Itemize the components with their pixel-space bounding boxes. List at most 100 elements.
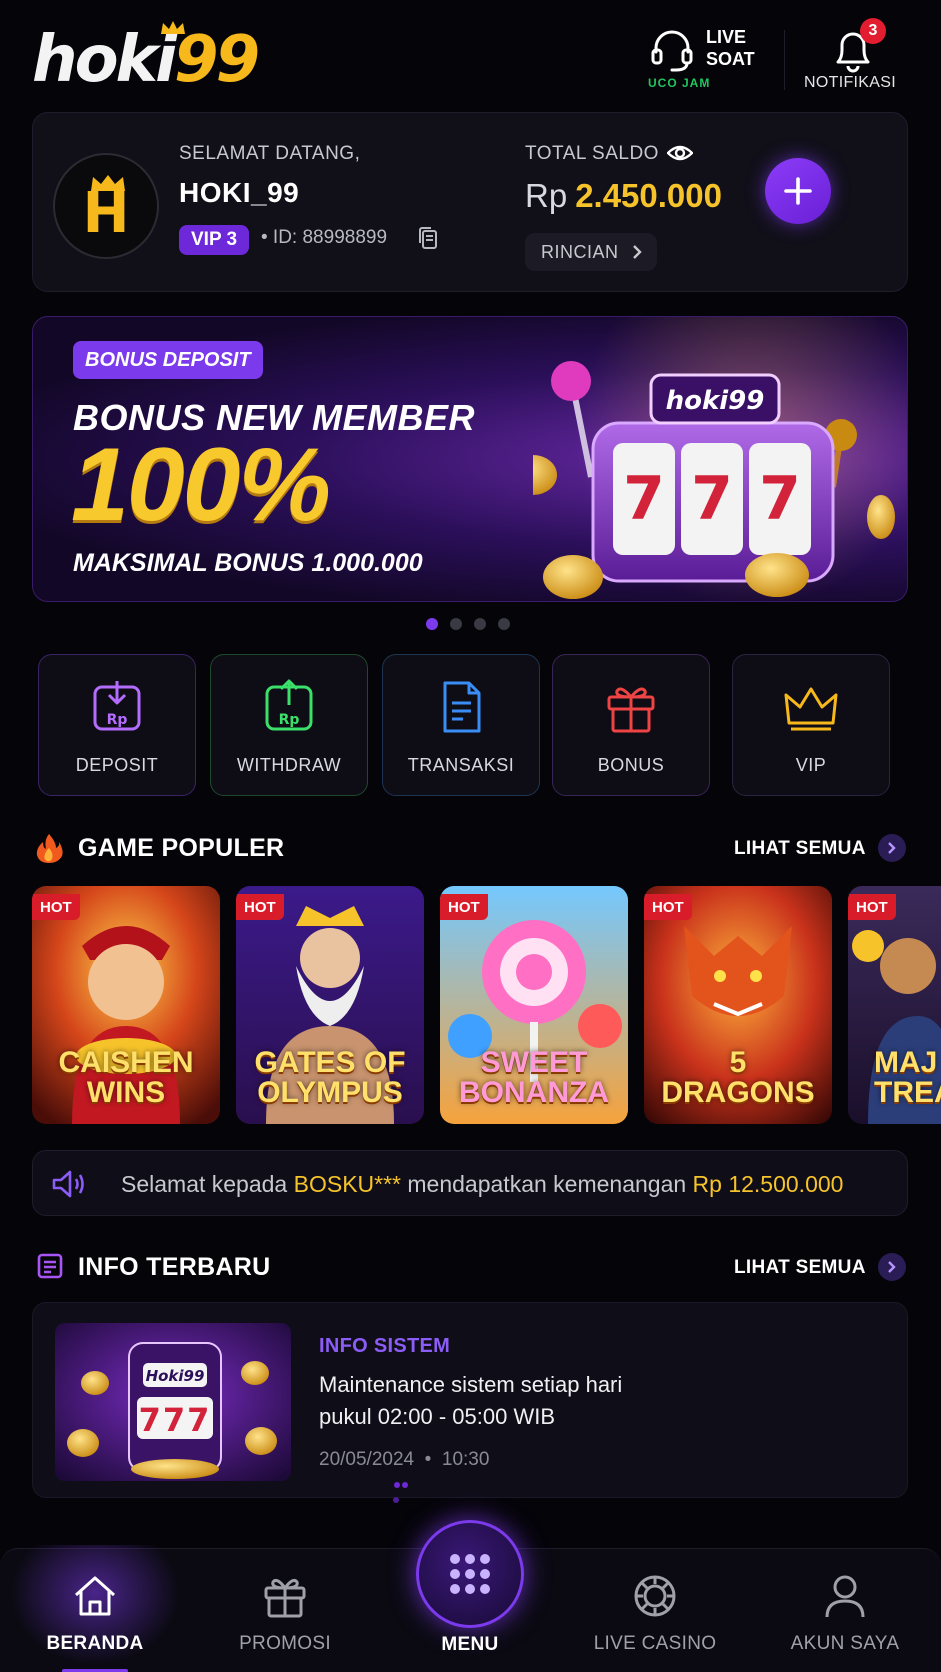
- info-datetime: 20/05/2024 • 10:30: [319, 1449, 490, 1470]
- pagination-dot[interactable]: [450, 618, 462, 630]
- add-balance-button[interactable]: [765, 158, 831, 224]
- menu-fab-button[interactable]: [416, 1520, 524, 1628]
- machine-logo-text: hoki99: [666, 386, 765, 416]
- banner-tag: BONUS DEPOSIT: [73, 341, 263, 379]
- game-title: MAJ TREAS: [874, 1046, 941, 1109]
- rincian-button[interactable]: RINCIAN: [525, 233, 657, 271]
- logo-text-hoki: hoki: [32, 23, 177, 97]
- deposit-icon: Rp: [93, 681, 141, 731]
- casino-chip-icon: [634, 1575, 676, 1617]
- nav-account[interactable]: AKUN SAYA: [750, 1549, 940, 1672]
- game-card[interactable]: HOT GATES OF OLYMPUS: [236, 886, 424, 1124]
- transaction-icon: [443, 681, 481, 733]
- vip-button[interactable]: VIP: [732, 654, 890, 796]
- balance-currency: Rp: [525, 177, 568, 214]
- info-thumbnail: Hoki99 777: [55, 1323, 291, 1481]
- user-icon: [825, 1575, 865, 1618]
- news-icon: [37, 1253, 63, 1279]
- notification-button[interactable]: 3 NOTIFIKASI: [800, 18, 920, 98]
- grid-icon: [450, 1554, 490, 1594]
- header-divider: [784, 30, 785, 90]
- game-card[interactable]: HOT CAISHEN WINS: [32, 886, 220, 1124]
- transaction-button[interactable]: TRANSAKSI: [382, 654, 540, 796]
- balance-amount: 2.450.000: [575, 177, 722, 214]
- live-chat-label: LIVE SOAT: [706, 27, 755, 69]
- notification-label: NOTIFIKASI: [804, 74, 896, 91]
- hot-badge: HOT: [644, 894, 692, 920]
- chevron-right-icon: [888, 842, 896, 854]
- balance-value: Rp 2.450.000: [525, 177, 722, 215]
- info-news-card[interactable]: Hoki99 777 INFO SISTEM Maintenance siste…: [32, 1302, 908, 1498]
- ticker-winner-name: BOSKU***: [293, 1171, 401, 1197]
- game-title: 5 DRAGONS: [661, 1046, 815, 1109]
- info-category: INFO SISTEM: [319, 1335, 451, 1357]
- game-title: GATES OF OLYMPUS: [254, 1046, 406, 1109]
- nav-home[interactable]: BERANDA: [0, 1545, 190, 1672]
- reel-seven: 7: [691, 464, 733, 534]
- avatar[interactable]: H: [53, 153, 159, 259]
- chevron-right-icon: [888, 1261, 896, 1273]
- fire-icon: [36, 834, 63, 863]
- welcome-text: SELAMAT DATANG,: [179, 143, 361, 164]
- withdraw-icon: Rp: [265, 679, 313, 731]
- popular-games-title: GAME POPULER: [78, 834, 285, 862]
- user-id: • ID: 88998899: [261, 227, 388, 248]
- live-chat-sub: UCO JAM: [648, 76, 711, 90]
- info-see-all-link[interactable]: LIHAT SEMUA: [734, 1257, 866, 1279]
- deposit-label: DEPOSIT: [75, 755, 159, 775]
- notification-count-badge: 3: [860, 18, 886, 44]
- popular-see-all-link[interactable]: LIHAT SEMUA: [734, 838, 866, 860]
- info-time: 10:30: [441, 1449, 490, 1470]
- crown-icon: [784, 687, 838, 731]
- transaction-label: TRANSAKSI: [407, 755, 515, 775]
- avatar-crown-icon: [91, 175, 125, 191]
- popular-see-all-chevron[interactable]: [878, 834, 906, 862]
- brand-logo[interactable]: hoki 99: [32, 21, 260, 97]
- nav-promotions-label: PROMOSI: [239, 1633, 331, 1654]
- game-card[interactable]: HOT MAJ TREAS: [848, 886, 941, 1124]
- info-see-all-chevron[interactable]: [878, 1253, 906, 1281]
- ticker-text: Selamat kepada BOSKU*** mendapatkan keme…: [121, 1171, 843, 1198]
- info-date: 20/05/2024: [319, 1449, 415, 1470]
- pagination-dot[interactable]: [474, 618, 486, 630]
- slot-machine-illustration: hoki99 7 7 7: [533, 361, 895, 599]
- chevron-right-icon: [633, 245, 642, 259]
- app-header: hoki 99 LIVE SOAT UCO JAM 3 NOTIFIKASI: [0, 0, 941, 105]
- bonus-button[interactable]: BONUS: [552, 654, 710, 796]
- svg-text:Rp: Rp: [279, 712, 300, 728]
- promo-banner[interactable]: BONUS DEPOSIT BONUS NEW MEMBER 100% MAKS…: [32, 316, 908, 602]
- account-summary-card: H SELAMAT DATANG, HOKI_99 VIP 3 • ID: 88…: [32, 112, 908, 292]
- svg-text:Rp: Rp: [107, 712, 128, 728]
- speaker-icon: [52, 1170, 84, 1198]
- copy-icon[interactable]: [417, 225, 439, 251]
- pagination-dot[interactable]: [498, 618, 510, 630]
- reel-seven: 7: [623, 464, 665, 534]
- total-saldo-label: TOTAL SALDO: [525, 143, 659, 164]
- withdraw-button[interactable]: Rp WITHDRAW: [210, 654, 368, 796]
- hot-badge: HOT: [32, 894, 80, 920]
- logo-crown-icon: [161, 21, 185, 34]
- scroll-indicator-icon: [393, 1482, 408, 1503]
- nav-live-casino[interactable]: LIVE CASINO: [560, 1549, 750, 1672]
- reel-seven: 7: [759, 464, 801, 534]
- rincian-label: RINCIAN: [541, 241, 619, 262]
- ticker-middle: mendapatkan kemenangan: [401, 1171, 693, 1197]
- thumb-sevens: 777: [139, 1401, 212, 1439]
- deposit-button[interactable]: Rp DEPOSIT: [38, 654, 196, 796]
- ticker-amount: Rp 12.500.000: [692, 1171, 844, 1197]
- live-chat-button[interactable]: LIVE SOAT UCO JAM: [648, 24, 778, 94]
- pagination-dot-active[interactable]: [426, 618, 438, 630]
- game-card[interactable]: HOT 5 DRAGONS: [644, 886, 832, 1124]
- game-card[interactable]: HOT SWEET BONANZA: [440, 886, 628, 1124]
- hot-badge: HOT: [236, 894, 284, 920]
- hot-badge: HOT: [440, 894, 488, 920]
- quick-actions: Rp DEPOSIT Rp WITHDRAW TRANSAKSI BONUS V…: [38, 654, 908, 796]
- info-section-title: INFO TERBARU: [78, 1253, 271, 1281]
- slot-machine-thumbnail: Hoki99 777: [55, 1323, 291, 1481]
- vip-level-badge[interactable]: VIP 3: [179, 225, 250, 255]
- info-headline: Maintenance sistem setiap hari pukul 02:…: [319, 1372, 623, 1429]
- nav-menu-label[interactable]: MENU: [416, 1634, 524, 1656]
- nav-promotions[interactable]: PROMOSI: [190, 1549, 380, 1672]
- nav-live-casino-label: LIVE CASINO: [593, 1633, 717, 1654]
- eye-icon[interactable]: [667, 143, 693, 163]
